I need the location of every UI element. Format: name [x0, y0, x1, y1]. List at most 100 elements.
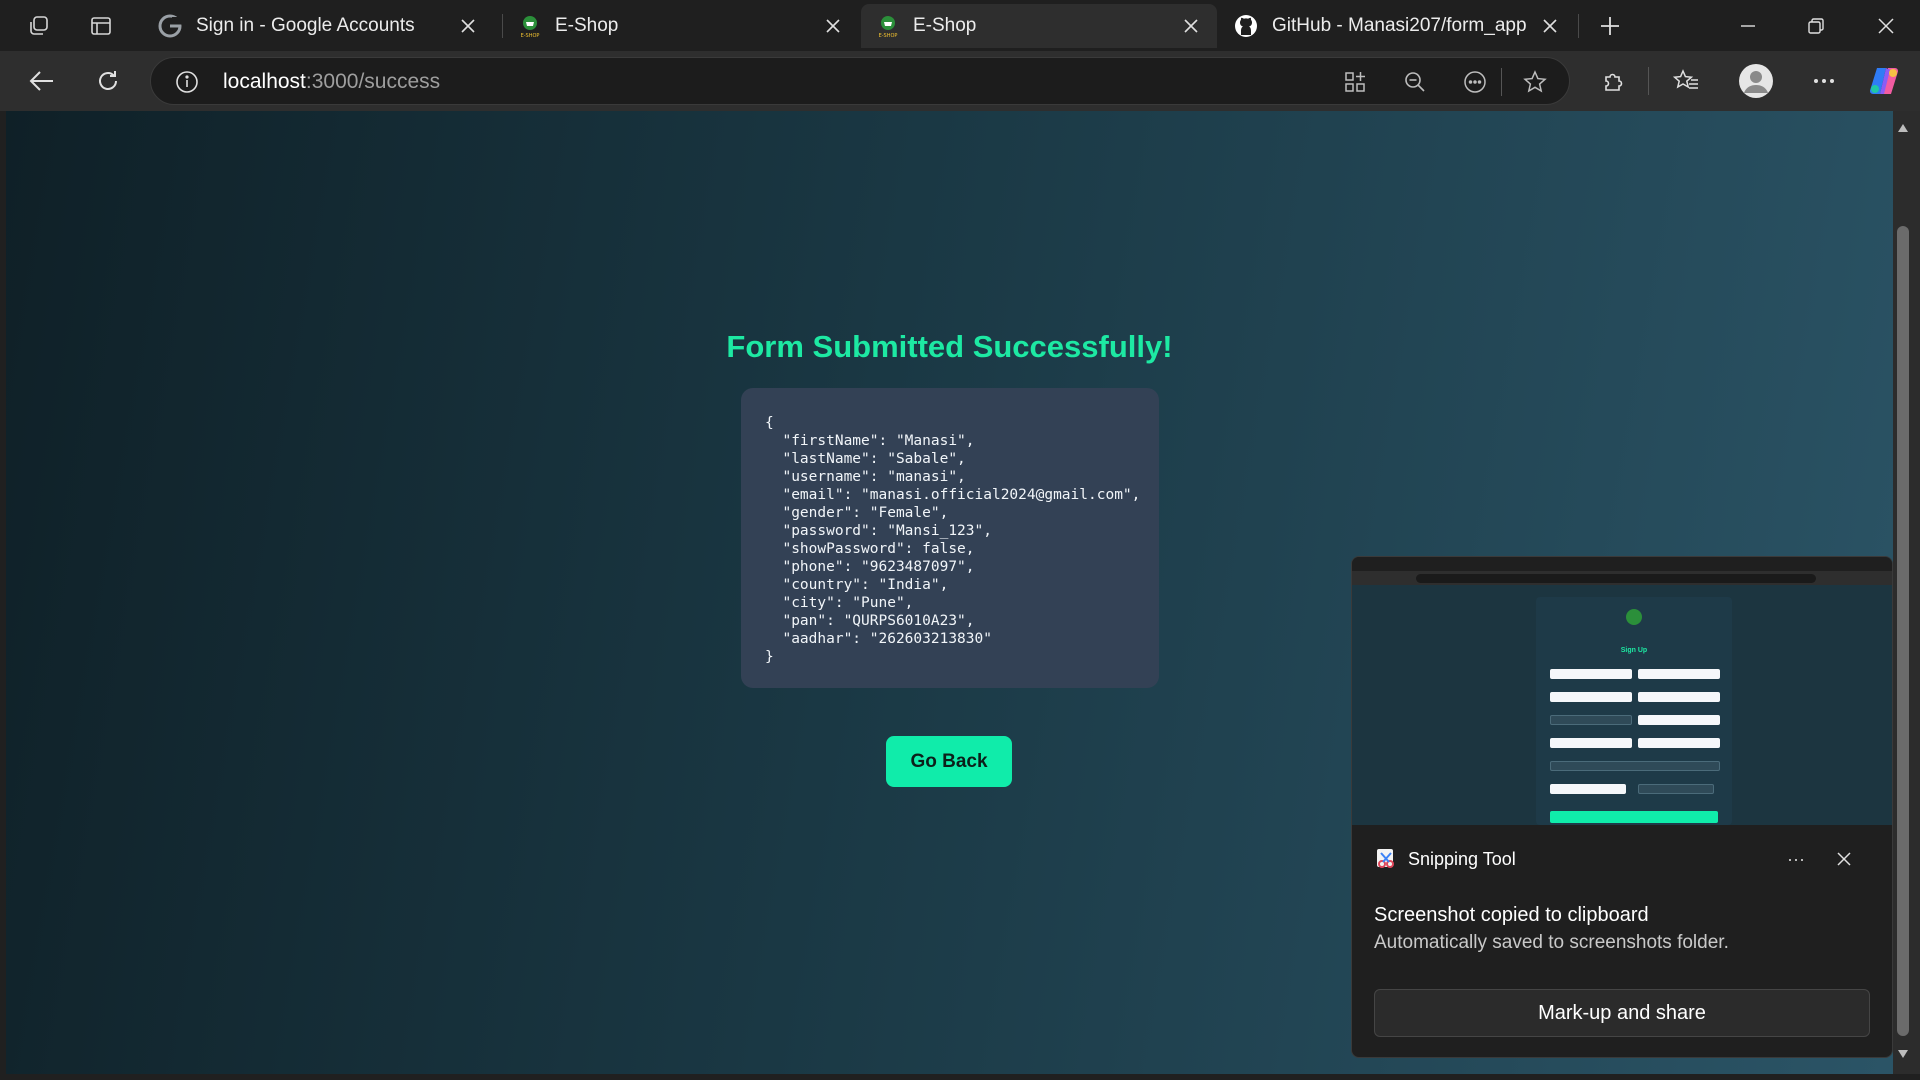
window-bottom-edge — [0, 1074, 1920, 1080]
success-title: Form Submitted Successfully! — [726, 329, 1173, 364]
preview-toolbar — [1352, 571, 1892, 585]
favorites-button[interactable] — [1664, 59, 1708, 103]
preview-field — [1550, 761, 1720, 771]
preview-address-bar — [1416, 574, 1816, 583]
google-g-icon — [158, 14, 182, 38]
refresh-button[interactable] — [86, 59, 130, 103]
preview-eshop-logo — [1626, 609, 1642, 625]
tab-actions-button[interactable] — [80, 6, 122, 46]
back-arrow-icon — [29, 71, 53, 91]
ellipsis-circle-icon — [1464, 71, 1486, 93]
caret-down-icon — [1898, 1050, 1908, 1058]
notification-sub-message: Automatically saved to screenshots folde… — [1374, 932, 1729, 953]
copilot-button[interactable] — [1862, 59, 1906, 103]
tab-close-button[interactable] — [454, 12, 482, 40]
avatar — [1739, 64, 1773, 98]
tab-title: GitHub - Manasi207/form_app — [1272, 15, 1527, 36]
url-path: :3000/success — [305, 70, 441, 93]
scrollbar-thumb[interactable] — [1897, 226, 1909, 1036]
browser-toolbar: localhost:3000/success — [0, 51, 1920, 111]
caret-up-icon — [1898, 124, 1908, 132]
notification-more-button[interactable]: ··· — [1778, 843, 1814, 875]
settings-and-more-button[interactable] — [1802, 59, 1846, 103]
notification-message: Screenshot copied to clipboard — [1374, 904, 1649, 926]
preview-field — [1638, 784, 1714, 794]
scroll-down-button[interactable] — [1895, 1046, 1911, 1062]
tab-title: Sign in - Google Accounts — [196, 15, 415, 36]
tab-separator — [1578, 14, 1579, 38]
back-button[interactable] — [20, 59, 64, 103]
url-host: localhost — [223, 70, 306, 93]
zoom-out-icon — [1405, 72, 1425, 92]
extensions-button[interactable] — [1592, 59, 1636, 103]
refresh-icon — [99, 71, 117, 90]
minimize-icon — [1741, 24, 1755, 27]
notification-close-button[interactable] — [1828, 843, 1860, 875]
profile-button[interactable] — [1734, 59, 1778, 103]
svg-text:E-SHOP: E-SHOP — [521, 33, 540, 38]
workspaces-button[interactable] — [18, 6, 60, 46]
minimize-button[interactable] — [1714, 0, 1782, 51]
restore-button[interactable] — [1782, 0, 1850, 51]
submitted-json: { "firstName": "Manasi", "lastName": "Sa… — [765, 415, 1141, 665]
tab-close-button[interactable] — [819, 12, 847, 40]
app-available-button[interactable] — [1337, 64, 1373, 100]
favorite-button[interactable] — [1517, 64, 1553, 100]
scroll-up-button[interactable] — [1895, 120, 1911, 136]
snipping-tool-notification[interactable]: Sign Up Snipping Tool ··· Screenshot cop… — [1351, 556, 1893, 1058]
tab-title: E-Shop — [555, 15, 619, 36]
close-icon — [1543, 19, 1557, 33]
preview-field — [1550, 692, 1632, 702]
tab-close-button[interactable] — [1177, 12, 1205, 40]
restore-icon — [1808, 17, 1824, 34]
github-icon — [1235, 15, 1257, 37]
address-bar[interactable]: localhost:3000/success — [150, 57, 1570, 105]
svg-text:E-SHOP: E-SHOP — [879, 33, 898, 38]
tab-eshop-active[interactable]: E-SHOP E-Shop — [861, 4, 1217, 48]
app-grid-icon — [1345, 72, 1365, 92]
tab-google-signin[interactable]: Sign in - Google Accounts — [142, 4, 494, 48]
more-horizontal-icon — [1814, 79, 1834, 83]
zoom-button[interactable] — [1397, 64, 1433, 100]
plus-icon — [1601, 17, 1619, 35]
more-site-actions-button[interactable] — [1457, 64, 1493, 100]
star-icon — [1523, 70, 1547, 93]
tab-eshop[interactable]: E-SHOP E-Shop — [503, 4, 859, 48]
close-icon — [461, 19, 475, 33]
puzzle-icon — [1605, 73, 1623, 91]
tab-github[interactable]: GitHub - Manasi207/form_app — [1218, 4, 1576, 48]
notification-app-name: Snipping Tool — [1408, 849, 1516, 869]
site-info-icon[interactable] — [175, 70, 199, 94]
eshop-favicon: E-SHOP — [879, 16, 898, 38]
preview-field — [1638, 715, 1720, 725]
screenshot-preview[interactable]: Sign Up — [1352, 557, 1892, 825]
tab-strip: Sign in - Google Accounts E-SHOP E-Shop … — [0, 0, 1920, 51]
go-back-button[interactable]: Go Back — [886, 736, 1012, 787]
preview-field — [1638, 692, 1720, 702]
tab-actions-icon — [91, 17, 111, 35]
workspaces-icon — [30, 16, 48, 35]
preview-field — [1550, 715, 1632, 725]
omnibox-separator — [1501, 68, 1502, 96]
preview-signup-card: Sign Up — [1536, 597, 1732, 825]
close-icon — [1837, 852, 1851, 866]
copilot-icon — [1869, 67, 1899, 95]
favorites-icon — [1673, 69, 1698, 89]
tab-title: E-Shop — [913, 15, 977, 36]
eshop-favicon: E-SHOP — [521, 16, 540, 38]
submitted-data-box: { "firstName": "Manasi", "lastName": "Sa… — [741, 388, 1159, 688]
snipping-tool-icon — [1377, 849, 1394, 868]
preview-field — [1550, 784, 1626, 794]
preview-field — [1550, 669, 1632, 679]
tab-close-button[interactable] — [1536, 12, 1564, 40]
markup-and-share-button[interactable]: Mark-up and share — [1374, 989, 1870, 1037]
preview-field — [1638, 738, 1720, 748]
close-window-button[interactable] — [1852, 0, 1920, 51]
close-icon — [1184, 19, 1198, 33]
close-icon — [826, 19, 840, 33]
preview-signup-title: Sign Up — [1620, 647, 1648, 654]
url-text[interactable]: localhost:3000/success — [223, 70, 440, 94]
toolbar-separator — [1648, 67, 1649, 95]
new-tab-button[interactable] — [1590, 6, 1630, 46]
close-icon — [1878, 17, 1894, 34]
